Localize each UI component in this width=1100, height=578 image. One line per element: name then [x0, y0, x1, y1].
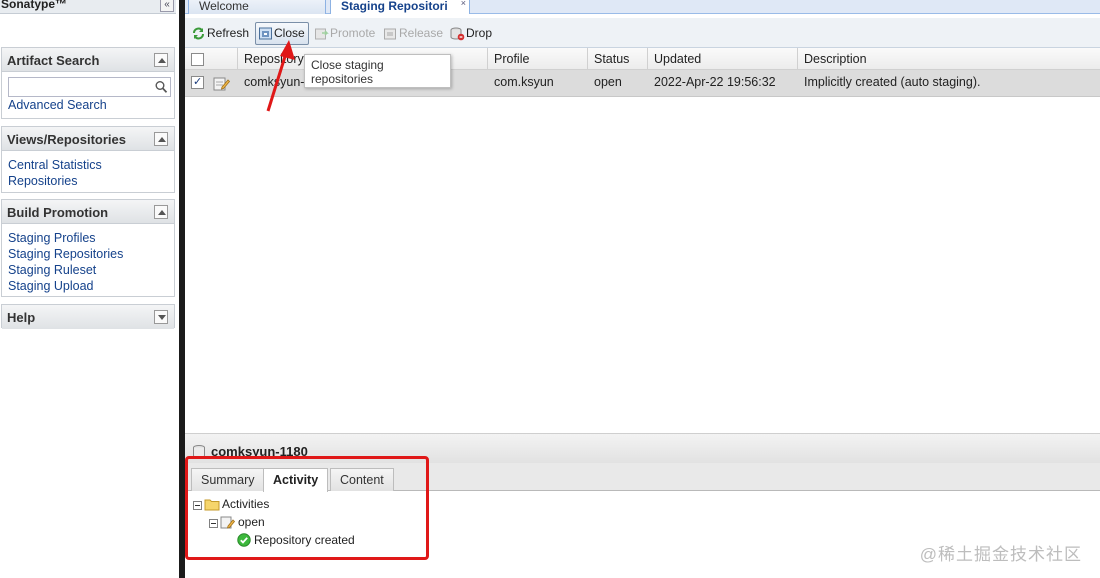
- help-header[interactable]: Help: [2, 305, 174, 329]
- help-title: Help: [7, 310, 36, 325]
- release-icon: [384, 28, 396, 40]
- artifact-search-title: Artifact Search: [7, 53, 100, 68]
- column-description[interactable]: Description: [797, 48, 1100, 70]
- build-promotion-header[interactable]: Build Promotion: [2, 200, 174, 224]
- tab-strip: Welcome Staging Repositori ×: [185, 0, 1100, 14]
- build-promotion-panel: Build Promotion Staging Profiles Staging…: [1, 199, 175, 297]
- views-repositories-header[interactable]: Views/Repositories: [2, 127, 174, 151]
- artifact-search-body: Advanced Search: [2, 72, 174, 117]
- cell-description: Implicitly created (auto staging).: [804, 75, 981, 89]
- search-box: [8, 77, 171, 97]
- select-all-checkbox[interactable]: [191, 53, 204, 66]
- drop-icon: [450, 27, 465, 41]
- toolbar: Refresh Close Promote Release Drop: [185, 18, 1100, 48]
- watermark: @稀土掘金技术社区: [919, 545, 1082, 564]
- tab-welcome[interactable]: Welcome: [188, 0, 326, 14]
- search-icon[interactable]: [154, 80, 168, 94]
- annotation-highlight-box: [185, 456, 429, 560]
- main-area: Welcome Staging Repositori × Refresh Clo…: [185, 0, 1100, 578]
- views-repositories-panel: Views/Repositories Central Statistics Re…: [1, 126, 175, 193]
- collapse-panel-icon[interactable]: [154, 205, 168, 219]
- release-label: Release: [399, 26, 444, 40]
- sidebar-item-staging-ruleset[interactable]: Staging Ruleset: [8, 262, 168, 278]
- cell-profile: com.ksyun: [494, 75, 554, 89]
- refresh-icon: [193, 27, 204, 40]
- expand-panel-icon[interactable]: [154, 310, 168, 324]
- brand-name: Sonatype™: [1, 0, 68, 11]
- drop-button[interactable]: Drop: [448, 23, 495, 44]
- column-profile[interactable]: Profile: [487, 48, 587, 70]
- release-button[interactable]: Release: [381, 23, 446, 44]
- views-repositories-body: Central Statistics Repositories: [2, 151, 174, 193]
- tooltip-line-2: repositories: [311, 72, 374, 86]
- collapse-panel-icon[interactable]: [154, 53, 168, 67]
- sidebar-item-staging-repositories[interactable]: Staging Repositories: [8, 246, 168, 262]
- refresh-label: Refresh: [207, 26, 250, 40]
- collapse-sidebar-button[interactable]: «: [160, 0, 174, 12]
- repository-edit-icon: [213, 77, 230, 91]
- close-tooltip: Close staging repositories: [304, 54, 451, 88]
- annotation-arrow: [266, 40, 295, 112]
- refresh-button[interactable]: Refresh: [189, 23, 252, 44]
- build-promotion-body: Staging Profiles Staging Repositories St…: [2, 224, 174, 298]
- advanced-search-link[interactable]: Advanced Search: [8, 97, 168, 113]
- build-promotion-title: Build Promotion: [7, 205, 109, 220]
- promote-label: Promote: [330, 26, 376, 40]
- artifact-search-header[interactable]: Artifact Search: [2, 48, 174, 72]
- sidebar: Sonatype™ « Artifact Search Advanced Sea…: [0, 0, 178, 578]
- views-repositories-title: Views/Repositories: [7, 132, 126, 147]
- close-tab-icon[interactable]: ×: [461, 0, 466, 8]
- brand-bar: Sonatype™ «: [0, 0, 176, 14]
- row-checkbox[interactable]: [191, 75, 204, 89]
- search-input[interactable]: [9, 78, 155, 96]
- sidebar-item-staging-profiles[interactable]: Staging Profiles: [8, 230, 168, 246]
- tab-staging-repositories[interactable]: Staging Repositori ×: [330, 0, 470, 14]
- drop-label: Drop: [466, 26, 493, 40]
- artifact-search-panel: Artifact Search Advanced Search: [1, 47, 175, 119]
- collapse-panel-icon[interactable]: [154, 132, 168, 146]
- sidebar-item-central-statistics[interactable]: Central Statistics: [8, 157, 168, 173]
- sidebar-item-repositories[interactable]: Repositories: [8, 173, 168, 189]
- help-panel: Help: [1, 304, 175, 329]
- cell-status: open: [594, 75, 622, 89]
- tooltip-line-1: Close staging: [311, 58, 384, 72]
- promote-button[interactable]: Promote: [312, 23, 378, 44]
- column-status[interactable]: Status: [587, 48, 647, 70]
- tab-welcome-label: Welcome: [199, 0, 249, 13]
- sidebar-item-staging-upload[interactable]: Staging Upload: [8, 278, 168, 294]
- tab-staging-label: Staging Repositori: [341, 0, 448, 13]
- column-updated[interactable]: Updated: [647, 48, 797, 70]
- promote-icon: [315, 28, 329, 40]
- cell-updated: 2022-Apr-22 19:56:32: [654, 75, 776, 89]
